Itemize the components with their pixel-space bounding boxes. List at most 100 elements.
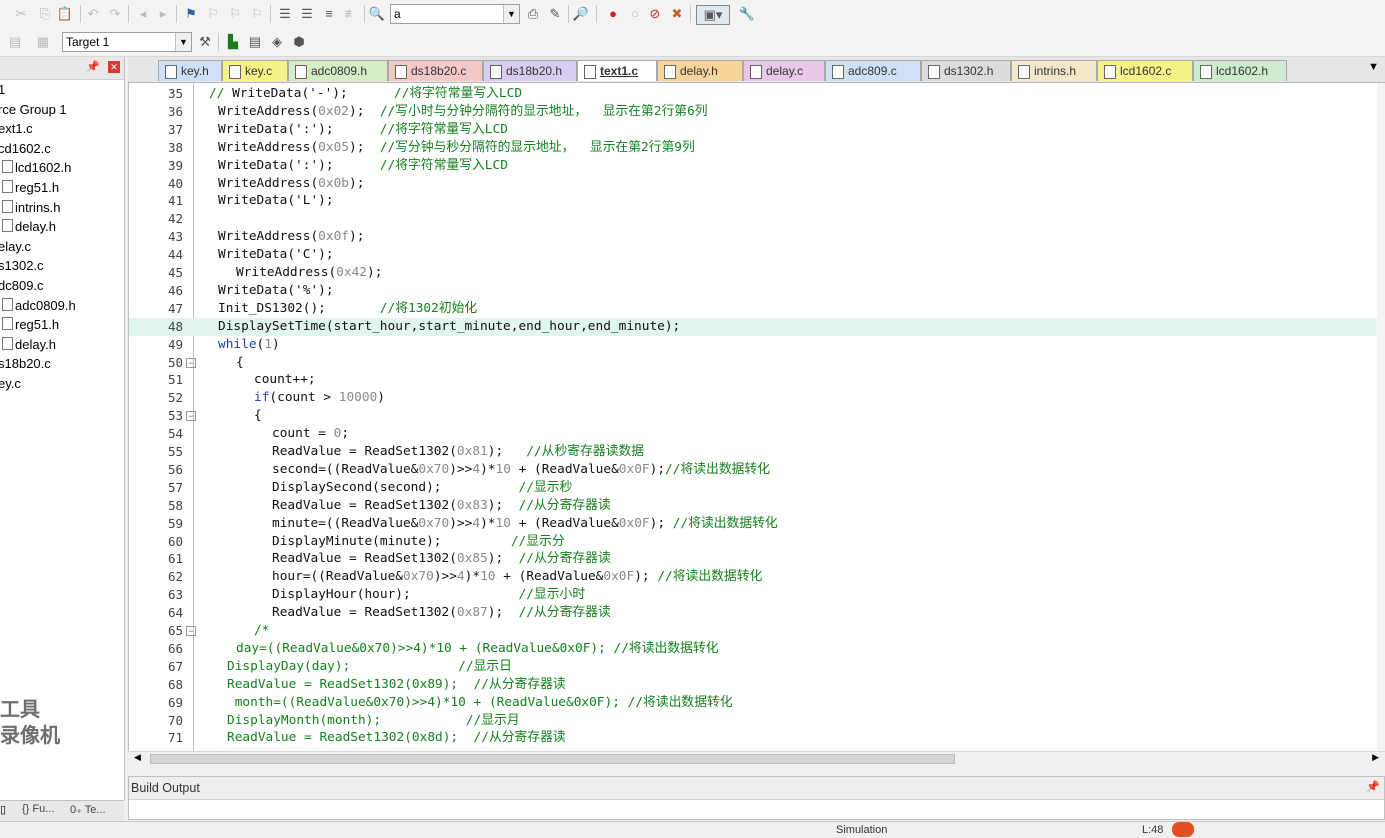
code-line[interactable]: 58 ReadValue = ReadSet1302(0x83); //从分寄存器…: [129, 497, 1379, 515]
pin-icon[interactable]: 📌: [1366, 780, 1380, 793]
target-options-icon[interactable]: ⚒: [196, 33, 214, 51]
scroll-thumb[interactable]: [150, 754, 955, 764]
code-line[interactable]: 43 WriteAddress(0x0f);: [129, 228, 1379, 246]
file-tab[interactable]: delay.h: [657, 60, 743, 81]
code-line[interactable]: 64 ReadValue = ReadSet1302(0x87); //从分寄存器…: [129, 604, 1379, 622]
file-tab[interactable]: adc0809.h: [288, 60, 388, 81]
tree-item[interactable]: intrins.h: [2, 199, 61, 219]
scroll-left-icon[interactable]: ◀: [134, 752, 141, 763]
copy-icon[interactable]: ⎘: [36, 5, 54, 23]
code-line[interactable]: 47 Init_DS1302(); //将1302初始化: [129, 300, 1379, 318]
close-icon[interactable]: ✕: [108, 61, 120, 73]
code-line[interactable]: 41 WriteData('L');: [129, 192, 1379, 210]
scroll-right-icon[interactable]: ▶: [1372, 752, 1379, 763]
tree-item[interactable]: s18b20.c: [0, 356, 51, 375]
code-line[interactable]: 57 DisplaySecond(second); //显示秒: [129, 479, 1379, 497]
code-line[interactable]: 71 ReadValue = ReadSet1302(0x8d); //从分寄存器…: [129, 729, 1379, 747]
uncomment-icon[interactable]: ≢: [342, 5, 360, 23]
chevron-down-icon[interactable]: ▼: [503, 5, 519, 23]
debug-search-icon[interactable]: 🔎: [572, 5, 590, 23]
code-line[interactable]: 53− {: [129, 407, 1379, 425]
code-line[interactable]: 59 minute=((ReadValue&0x70)>>4)*10 + (Rea…: [129, 515, 1379, 533]
tree-item[interactable]: dc809.c: [0, 278, 44, 297]
horizontal-scrollbar[interactable]: ◀ ▶: [128, 751, 1385, 766]
code-line[interactable]: 35 // WriteData('-'); //将字符常量写入LCD: [129, 85, 1379, 103]
code-line[interactable]: 66 day=((ReadValue&0x70)>>4)*10 + (ReadVa…: [129, 640, 1379, 658]
file-tab[interactable]: text1.c: [577, 60, 657, 81]
tree-item[interactable]: delay.h: [2, 219, 56, 238]
file-tab[interactable]: delay.c: [743, 60, 825, 81]
prev-bookmark-icon[interactable]: ⚐: [204, 5, 222, 23]
redo-icon[interactable]: ↷: [106, 5, 124, 23]
tree-item[interactable]: 1: [0, 82, 5, 101]
comment-icon[interactable]: ≡: [320, 5, 338, 23]
code-line[interactable]: 49 while(1): [129, 336, 1379, 354]
bookmark-icon[interactable]: ⚑: [182, 5, 200, 23]
code-line[interactable]: 55 ReadValue = ReadSet1302(0x81); //从秒寄存器…: [129, 443, 1379, 461]
code-line[interactable]: 38 WriteAddress(0x05); //写分钟与秒分隔符的显示地址， 显…: [129, 139, 1379, 157]
tree-item[interactable]: reg51.h: [2, 180, 59, 199]
kill-breakpoints-icon[interactable]: ⊘: [646, 5, 664, 23]
disable-breakpoint-icon[interactable]: ○: [626, 5, 644, 23]
file-tab[interactable]: intrins.h: [1011, 60, 1097, 81]
nav-forward-icon[interactable]: ▸: [154, 5, 172, 23]
tab-list-icon[interactable]: ▼: [1368, 61, 1379, 73]
tree-item[interactable]: rce Group 1: [0, 102, 67, 121]
file-tab[interactable]: key.c: [222, 60, 288, 81]
code-line[interactable]: 56 second=((ReadValue&0x70)>>4)*10 + (Rea…: [129, 461, 1379, 479]
code-editor[interactable]: 35 // WriteData('-'); //将字符常量写入LCD 36 Write…: [128, 83, 1385, 751]
target-select[interactable]: Target 1 ▼: [62, 32, 192, 52]
code-line[interactable]: 44 WriteData('C');: [129, 246, 1379, 264]
find-combo[interactable]: a ▼: [390, 4, 520, 24]
stop-build-icon[interactable]: ▦: [34, 33, 52, 51]
cut-icon[interactable]: ✂: [12, 5, 30, 23]
code-line[interactable]: 54 count = 0;: [129, 425, 1379, 443]
paste-icon[interactable]: 📋: [56, 5, 74, 23]
code-line[interactable]: 40 WriteAddress(0x0b);: [129, 175, 1379, 193]
file-tab[interactable]: ds1302.h: [921, 60, 1011, 81]
code-line[interactable]: 68 ReadValue = ReadSet1302(0x89); //从分寄存器…: [129, 676, 1379, 694]
code-line[interactable]: 51 count++;: [129, 371, 1379, 389]
code-line[interactable]: 36 WriteAddress(0x02); //写小时与分钟分隔符的显示地址， …: [129, 103, 1379, 121]
tree-item[interactable]: cd1602.c: [0, 141, 51, 160]
undo-icon[interactable]: ↶: [84, 5, 102, 23]
fold-toggle-icon[interactable]: −: [186, 357, 196, 368]
code-line[interactable]: 46 WriteData('%');: [129, 282, 1379, 300]
templates-tab[interactable]: 0₊ Te...: [70, 803, 106, 816]
fold-toggle-icon[interactable]: −: [186, 411, 196, 422]
pack-installer-icon[interactable]: ⬢: [290, 33, 308, 51]
indent-icon[interactable]: ☰: [276, 5, 294, 23]
next-bookmark-icon[interactable]: ⚐: [226, 5, 244, 23]
file-tab[interactable]: lcd1602.c: [1097, 60, 1193, 81]
clear-bookmarks-icon[interactable]: ⚐: [248, 5, 266, 23]
file-tab[interactable]: key.h: [158, 60, 222, 81]
code-line[interactable]: 65− /*: [129, 622, 1379, 640]
manage-project-icon[interactable]: ▙: [224, 33, 242, 51]
code-line[interactable]: 50− {: [129, 354, 1379, 372]
replace-icon[interactable]: ✎: [546, 5, 564, 23]
code-line[interactable]: 60 DisplayMinute(minute); //显示分: [129, 533, 1379, 551]
incremental-find-icon[interactable]: ⎙: [524, 5, 542, 23]
tree-item[interactable]: reg51.h: [2, 317, 59, 336]
code-line[interactable]: 70 DisplayMonth(month); //显示月: [129, 712, 1379, 730]
nav-back-icon[interactable]: ◂: [134, 5, 152, 23]
code-line[interactable]: 61 ReadValue = ReadSet1302(0x85); //从分寄存器…: [129, 550, 1379, 568]
select-packs-icon[interactable]: ▤: [246, 33, 264, 51]
configure-icon[interactable]: 🔧: [738, 5, 756, 23]
code-line[interactable]: 67 DisplayDay(day); //显示日: [129, 658, 1379, 676]
tree-item[interactable]: s1302.c: [0, 258, 44, 277]
books-tab-icon[interactable]: ▯: [0, 803, 6, 816]
code-line[interactable]: 62 hour=((ReadValue&0x70)>>4)*10 + (ReadV…: [129, 568, 1379, 586]
code-line[interactable]: 42: [129, 210, 1379, 228]
file-tab[interactable]: ds18b20.h: [483, 60, 577, 81]
fold-toggle-icon[interactable]: −: [186, 626, 196, 636]
code-line[interactable]: 39 WriteData(':'); //将字符常量写入LCD: [129, 157, 1379, 175]
tree-item[interactable]: ext1.c: [0, 121, 33, 140]
kill-all-breakpoints-icon[interactable]: ✖: [668, 5, 686, 23]
code-line[interactable]: 52 if(count > 10000): [129, 389, 1379, 407]
tree-item[interactable]: elay.c: [0, 239, 31, 258]
code-line[interactable]: 48 DisplaySetTime(start_hour,start_minute…: [129, 317, 1379, 336]
pin-icon[interactable]: 📌: [86, 60, 100, 73]
tree-item[interactable]: delay.h: [2, 336, 56, 356]
file-tab[interactable]: lcd1602.h: [1193, 60, 1287, 81]
